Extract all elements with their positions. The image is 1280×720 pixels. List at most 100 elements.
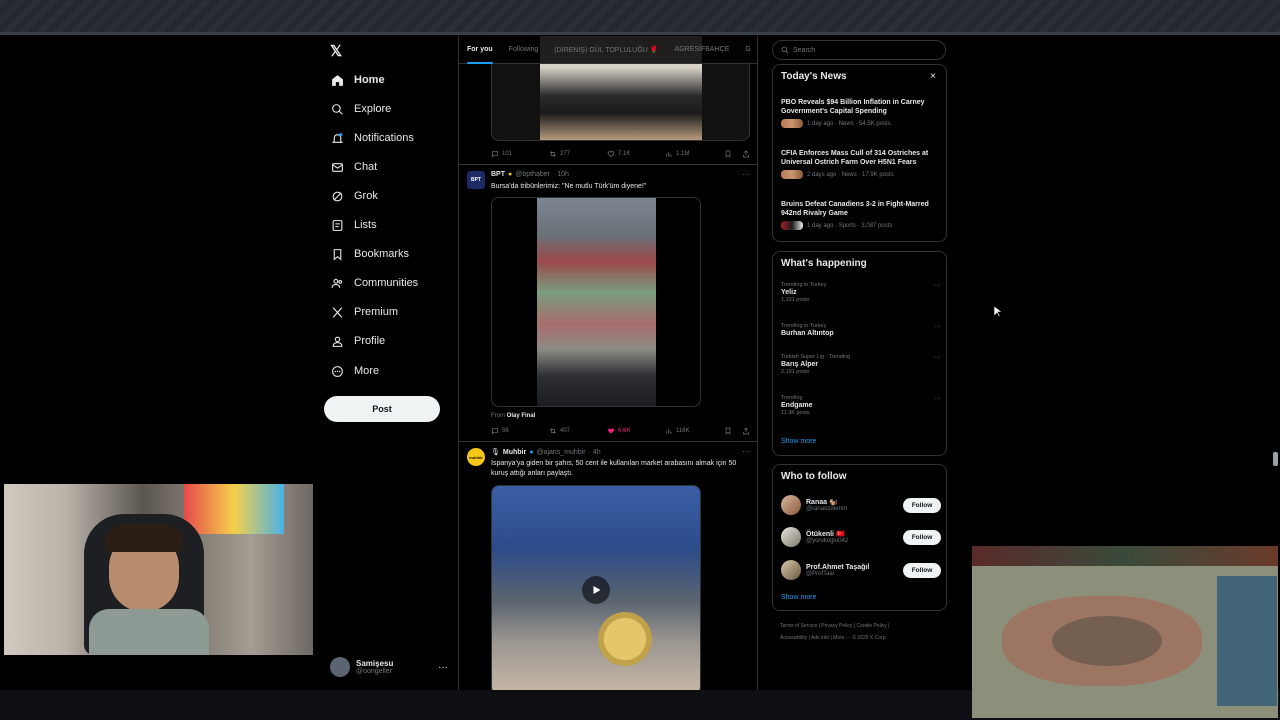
post-button[interactable]: Post bbox=[324, 396, 440, 422]
nav-lists[interactable]: Lists bbox=[330, 214, 377, 236]
repost-count: 277 bbox=[560, 151, 571, 157]
trend-name: Burhan Altıntop bbox=[781, 330, 834, 337]
map-region-dark bbox=[1052, 616, 1162, 666]
avatar bbox=[781, 560, 801, 580]
nav-grok[interactable]: Grok bbox=[330, 185, 378, 207]
views-button[interactable]: 1.1M bbox=[665, 150, 723, 158]
news-item[interactable]: Bruins Defeat Canadiens 3-2 in Fight-Mar… bbox=[781, 200, 941, 230]
post-bpt[interactable]: BPT BPT ● @bpthaber · 10h ··· Bursa'da t… bbox=[459, 165, 757, 442]
nav-more[interactable]: More bbox=[330, 360, 379, 382]
trend-item[interactable]: Trending in Turkey Yeliz 1,131 posts ··· bbox=[781, 282, 941, 303]
trend-item[interactable]: Trending Endgame 11.3K posts ··· bbox=[781, 395, 941, 416]
nav-bookmarks[interactable]: Bookmarks bbox=[330, 243, 409, 265]
post-header: 🎙 Muhbir ● @ajans_muhbir · 4h bbox=[491, 448, 601, 457]
nav-home[interactable]: Home bbox=[330, 69, 385, 91]
x-logo[interactable]: 𝕏 bbox=[330, 42, 342, 60]
account-switcher[interactable]: Samişesu @oongeller ··· bbox=[330, 656, 448, 678]
tab-following[interactable]: Following bbox=[501, 36, 547, 64]
browser-top-divider bbox=[0, 32, 1280, 35]
more-icon[interactable]: ··· bbox=[934, 354, 941, 361]
play-icon[interactable] bbox=[582, 576, 610, 604]
search-bar[interactable]: Search bbox=[772, 40, 946, 60]
avatar bbox=[781, 527, 801, 547]
views-button[interactable]: 116K bbox=[665, 427, 723, 435]
wall-poster bbox=[184, 484, 284, 534]
nav-premium[interactable]: Premium bbox=[330, 301, 398, 323]
show-more-link[interactable]: Show more bbox=[781, 594, 816, 601]
reply-button[interactable]: 56 bbox=[491, 427, 549, 435]
close-icon[interactable]: × bbox=[930, 71, 936, 82]
footer-line[interactable]: Terms of Service | Privacy Policy | Cook… bbox=[780, 620, 948, 632]
follow-button[interactable]: Follow bbox=[903, 529, 941, 545]
scrollbar-thumb[interactable] bbox=[1273, 452, 1278, 466]
news-meta-row: 2 days ago · News · 17.9K posts bbox=[781, 170, 941, 179]
tab-direnis-gul[interactable]: (DİRENİŞ) GÜL TOPLULUĞU 🌹 bbox=[546, 36, 666, 64]
bell-icon bbox=[330, 131, 344, 145]
more-icon[interactable]: ··· bbox=[742, 170, 750, 179]
x-icon bbox=[330, 305, 344, 319]
more-icon[interactable]: ··· bbox=[934, 282, 941, 289]
post-time[interactable]: · 10h bbox=[553, 171, 569, 178]
source-name[interactable]: Olay Final bbox=[507, 413, 536, 419]
post-video[interactable] bbox=[491, 197, 701, 407]
follow-suggestion[interactable]: Ranaa 🐿️ @ranaozdemm Follow bbox=[781, 493, 941, 517]
author-name[interactable]: BPT bbox=[491, 171, 505, 178]
more-icon[interactable]: ··· bbox=[934, 323, 941, 330]
nav-notifications[interactable]: Notifications bbox=[330, 127, 414, 149]
trend-item[interactable]: Turkish Super Lig · Trending Barış Alper… bbox=[781, 354, 941, 375]
news-title: CFIA Enforces Mass Cull of 314 Ostriches… bbox=[781, 150, 929, 166]
news-item[interactable]: PBO Reveals $94 Billion Inflation in Car… bbox=[781, 98, 941, 128]
trend-context: Turkish Super Lig · Trending bbox=[781, 354, 851, 360]
trend-name: Endgame bbox=[781, 402, 813, 409]
webcam-overlay bbox=[4, 484, 313, 655]
nav-communities[interactable]: Communities bbox=[330, 272, 418, 294]
post-tools bbox=[724, 427, 750, 435]
suggestion-handle: @ranaozdemm bbox=[806, 506, 848, 512]
nav-profile-label: Profile bbox=[354, 335, 386, 347]
news-title: PBO Reveals $94 Billion Inflation in Car… bbox=[781, 99, 925, 115]
author-handle[interactable]: @bpthaber bbox=[515, 171, 550, 178]
more-dots-icon[interactable]: ··· bbox=[438, 662, 448, 673]
more-icon[interactable]: ··· bbox=[742, 447, 750, 456]
timeline[interactable]: For you Following (DİRENİŞ) GÜL TOPLULUĞ… bbox=[458, 36, 758, 690]
author-name[interactable]: Muhbir bbox=[503, 449, 526, 456]
like-button[interactable]: 6.6K bbox=[607, 427, 665, 435]
timeline-tabs: For you Following (DİRENİŞ) GÜL TOPLULUĞ… bbox=[459, 36, 757, 64]
tab-overflow[interactable]: G bbox=[737, 36, 757, 64]
suggestion-name: Ötükenli 🇹🇷 bbox=[806, 531, 845, 538]
show-more-link[interactable]: Show more bbox=[781, 438, 816, 445]
like-button[interactable]: 7.1K bbox=[607, 150, 665, 158]
repost-button[interactable]: 277 bbox=[549, 150, 607, 158]
follow-suggestion[interactable]: Prof.Ahmet Taşağıl @ProfTaal Follow bbox=[781, 558, 941, 582]
follow-button[interactable]: Follow bbox=[903, 562, 941, 578]
nav-profile[interactable]: Profile bbox=[330, 330, 385, 352]
post-muhbir[interactable]: muhbir 🎙 Muhbir ● @ajans_muhbir · 4h ···… bbox=[459, 442, 757, 690]
author-handle[interactable]: @ajans_muhbir bbox=[536, 449, 585, 456]
search-input[interactable]: Search bbox=[793, 47, 815, 54]
card-title: Today's News bbox=[781, 71, 847, 82]
reply-count: 56 bbox=[502, 428, 509, 434]
post-actions: 101 277 7.1K 1.1M bbox=[491, 148, 750, 160]
repost-button[interactable]: 407 bbox=[549, 427, 607, 435]
avatar[interactable]: BPT bbox=[467, 171, 485, 189]
trend-item[interactable]: Trending in Turkey Burhan Altıntop ··· bbox=[781, 323, 941, 337]
nav-chat[interactable]: Chat bbox=[330, 156, 377, 178]
tab-agresifbahce[interactable]: AGRESİFBAHÇE bbox=[667, 36, 738, 64]
follow-suggestion[interactable]: Ötükenli 🇹🇷 @yorukoglu042 Follow bbox=[781, 525, 941, 549]
reply-button[interactable]: 101 bbox=[491, 150, 549, 158]
like-count: 7.1K bbox=[618, 151, 631, 157]
map-sea bbox=[1217, 576, 1277, 706]
follow-button[interactable]: Follow bbox=[903, 497, 941, 513]
nav-explore[interactable]: Explore bbox=[330, 98, 391, 120]
people-icon bbox=[330, 276, 344, 290]
more-icon[interactable]: ··· bbox=[934, 395, 941, 402]
footer-line[interactable]: Accessibility | Ads info | More ··· © 20… bbox=[780, 632, 948, 644]
post-video[interactable] bbox=[491, 485, 701, 690]
reply-count: 101 bbox=[502, 151, 513, 157]
tab-for-you[interactable]: For you bbox=[459, 36, 501, 64]
post-time[interactable]: · 4h bbox=[589, 449, 601, 456]
person-icon bbox=[330, 334, 344, 348]
trend-name: Barış Alper bbox=[781, 361, 819, 368]
avatar[interactable]: muhbir bbox=[467, 448, 485, 466]
news-item[interactable]: CFIA Enforces Mass Cull of 314 Ostriches… bbox=[781, 149, 941, 179]
